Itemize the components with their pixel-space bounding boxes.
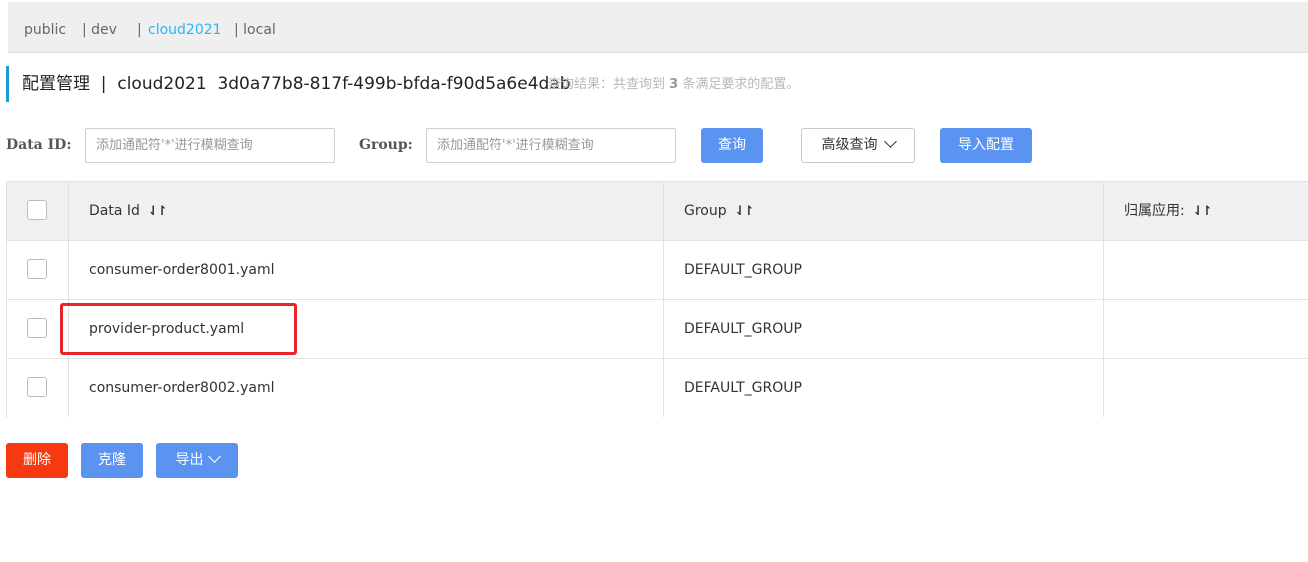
table-row[interactable]: consumer-order8002.yaml DEFAULT_GROUP xyxy=(7,359,1308,418)
row-group: DEFAULT_GROUP xyxy=(684,262,802,278)
namespace-tab-local[interactable]: | local xyxy=(234,21,276,39)
chevron-down-icon xyxy=(207,450,221,463)
header-group[interactable]: Group ⇃↾ xyxy=(684,202,755,221)
header-group-label: Group xyxy=(684,203,727,219)
row-data-id[interactable]: consumer-order8001.yaml xyxy=(89,261,275,279)
row-data-id[interactable]: consumer-order8002.yaml xyxy=(89,379,275,397)
header-data-id[interactable]: Data Id ⇃↾ xyxy=(89,202,168,221)
export-label: 导出 xyxy=(175,452,204,468)
query-button[interactable]: 查询 xyxy=(701,128,763,163)
data-id-label: Data ID: xyxy=(6,137,72,153)
column-divider xyxy=(68,182,69,417)
advanced-query-button[interactable]: 高级查询 xyxy=(801,128,915,163)
data-id-input[interactable]: 添加通配符'*'进行模糊查询 xyxy=(85,128,335,163)
sort-icon[interactable]: ⇃↾ xyxy=(1193,203,1213,221)
result-count: 3 xyxy=(669,77,679,92)
query-result-summary: 查询结果：共查询到 3 条满足要求的配置。 xyxy=(548,76,799,94)
config-table: Data Id ⇃↾ Group ⇃↾ 归属应用: ⇃↾ consumer-order… xyxy=(6,181,1308,418)
header-app[interactable]: 归属应用: ⇃↾ xyxy=(1124,202,1213,221)
row-checkbox[interactable] xyxy=(27,318,47,338)
sort-icon[interactable]: ⇃↾ xyxy=(735,203,755,221)
result-prefix: 查询结果：共查询到 xyxy=(548,77,670,92)
header-data-id-label: Data Id xyxy=(89,203,140,219)
export-button[interactable]: 导出 xyxy=(156,443,238,478)
page-title-bar: 配置管理 | cloud2021 3d0a77b8-817f-499b-bfda… xyxy=(6,66,571,102)
row-group: DEFAULT_GROUP xyxy=(684,321,802,337)
result-suffix: 条满足要求的配置。 xyxy=(678,77,800,92)
table-row[interactable]: consumer-order8001.yaml DEFAULT_GROUP xyxy=(7,241,1308,300)
namespace-tab-cloud2021[interactable]: cloud2021 xyxy=(148,21,222,39)
namespace-tab-public[interactable]: public xyxy=(24,21,66,39)
row-checkbox[interactable] xyxy=(27,377,47,397)
header-app-label: 归属应用: xyxy=(1124,203,1185,219)
row-checkbox[interactable] xyxy=(27,259,47,279)
namespace-bar: public | dev | cloud2021 | local xyxy=(8,2,1308,53)
row-group: DEFAULT_GROUP xyxy=(684,380,802,396)
group-input[interactable]: 添加通配符'*'进行模糊查询 xyxy=(426,128,676,163)
import-config-button[interactable]: 导入配置 xyxy=(940,128,1032,163)
select-all-checkbox[interactable] xyxy=(27,200,47,220)
namespace-tab-dev[interactable]: | dev xyxy=(82,21,117,39)
sort-icon[interactable]: ⇃↾ xyxy=(148,203,168,221)
highlight-box xyxy=(60,303,297,355)
chevron-down-icon xyxy=(883,135,897,148)
advanced-query-label: 高级查询 xyxy=(821,137,878,153)
delete-button[interactable]: 删除 xyxy=(6,443,68,478)
page-title: 配置管理 | cloud2021 3d0a77b8-817f-499b-bfda… xyxy=(22,74,571,94)
clone-button[interactable]: 克隆 xyxy=(81,443,143,478)
column-divider xyxy=(663,182,664,417)
namespace-separator: | xyxy=(137,22,142,38)
column-divider xyxy=(1103,182,1104,417)
table-header: Data Id ⇃↾ Group ⇃↾ 归属应用: ⇃↾ xyxy=(7,182,1308,241)
group-label: Group: xyxy=(359,137,413,153)
